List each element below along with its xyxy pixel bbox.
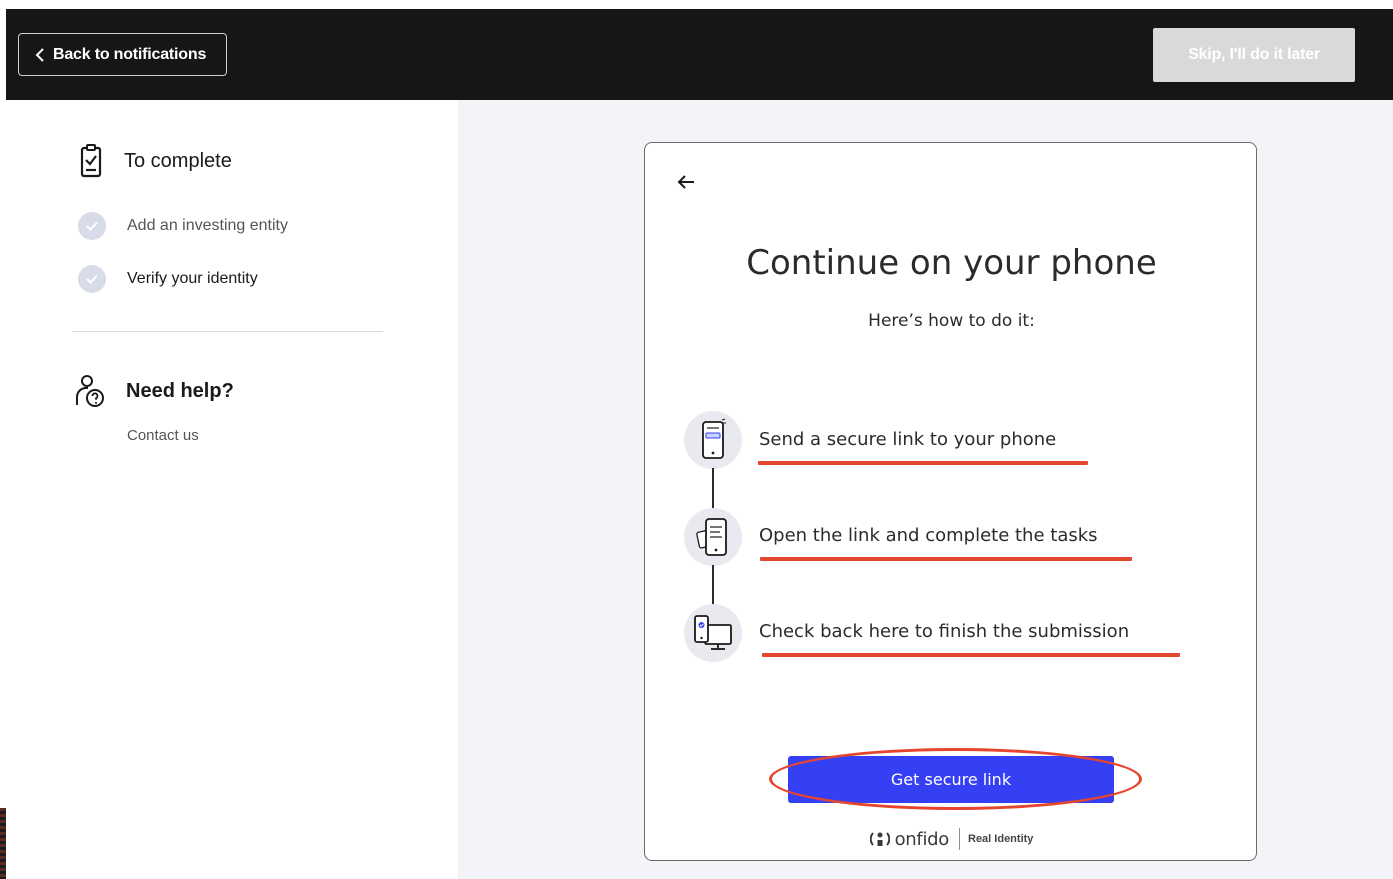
card-title: Continue on your phone — [746, 243, 1157, 283]
check-icon — [78, 265, 106, 293]
brand-tag: Real Identity — [968, 833, 1034, 845]
get-secure-link-label: Get secure link — [890, 770, 1012, 789]
skip-button[interactable]: Skip, I'll do it later — [1153, 28, 1355, 82]
brand-name: onfido — [894, 828, 950, 850]
skip-label: Skip, I'll do it later — [1188, 46, 1320, 63]
chevron-left-icon — [35, 47, 44, 62]
onfido-branding: onfido Real Identity — [645, 828, 1258, 850]
annotation-underline — [762, 653, 1180, 657]
card-back-button[interactable] — [673, 169, 699, 195]
arrow-left-icon — [677, 175, 694, 189]
onfido-logo-icon — [869, 832, 890, 846]
annotation-underline — [758, 461, 1088, 465]
back-to-notifications-label: Back to notifications — [53, 45, 207, 63]
sidebar: To complete Add an investing entity Veri… — [6, 100, 458, 879]
sidebar-divider — [72, 331, 383, 332]
sidebar-step-label: Verify your identity — [127, 270, 258, 287]
step-text: Check back here to finish the submission — [759, 621, 1130, 642]
sidebar-step-verify-identity[interactable]: Verify your identity — [78, 265, 258, 293]
to-complete-title: To complete — [124, 149, 232, 172]
phone-link-icon — [684, 411, 742, 469]
back-to-notifications-button[interactable]: Back to notifications — [18, 33, 227, 76]
annotation-underline — [760, 557, 1132, 561]
help-person-icon — [76, 375, 104, 407]
brand-separator — [959, 828, 960, 850]
to-complete-header: To complete — [80, 144, 232, 178]
top-bar: Back to notifications Skip, I'll do it l… — [6, 9, 1393, 100]
step-connector — [712, 565, 714, 605]
step-text: Open the link and complete the tasks — [759, 525, 1098, 546]
sidebar-step-investing-entity[interactable]: Add an investing entity — [78, 212, 288, 240]
card-subtitle: Here’s how to do it: — [868, 311, 1035, 331]
sidebar-step-label: Add an investing entity — [127, 217, 288, 234]
clipboard-check-icon — [80, 144, 102, 178]
phone-desktop-icon — [684, 604, 742, 662]
check-icon — [78, 212, 106, 240]
edge-marks — [0, 808, 6, 879]
verification-card: Continue on your phone Here’s how to do … — [644, 142, 1257, 861]
phone-document-icon — [684, 508, 742, 566]
contact-us-link[interactable]: Contact us — [127, 427, 199, 444]
step-connector — [712, 468, 714, 508]
get-secure-link-button[interactable]: Get secure link — [788, 756, 1114, 803]
need-help-header: Need help? — [76, 375, 234, 407]
step-text: Send a secure link to your phone — [759, 429, 1057, 450]
need-help-title: Need help? — [126, 379, 234, 402]
